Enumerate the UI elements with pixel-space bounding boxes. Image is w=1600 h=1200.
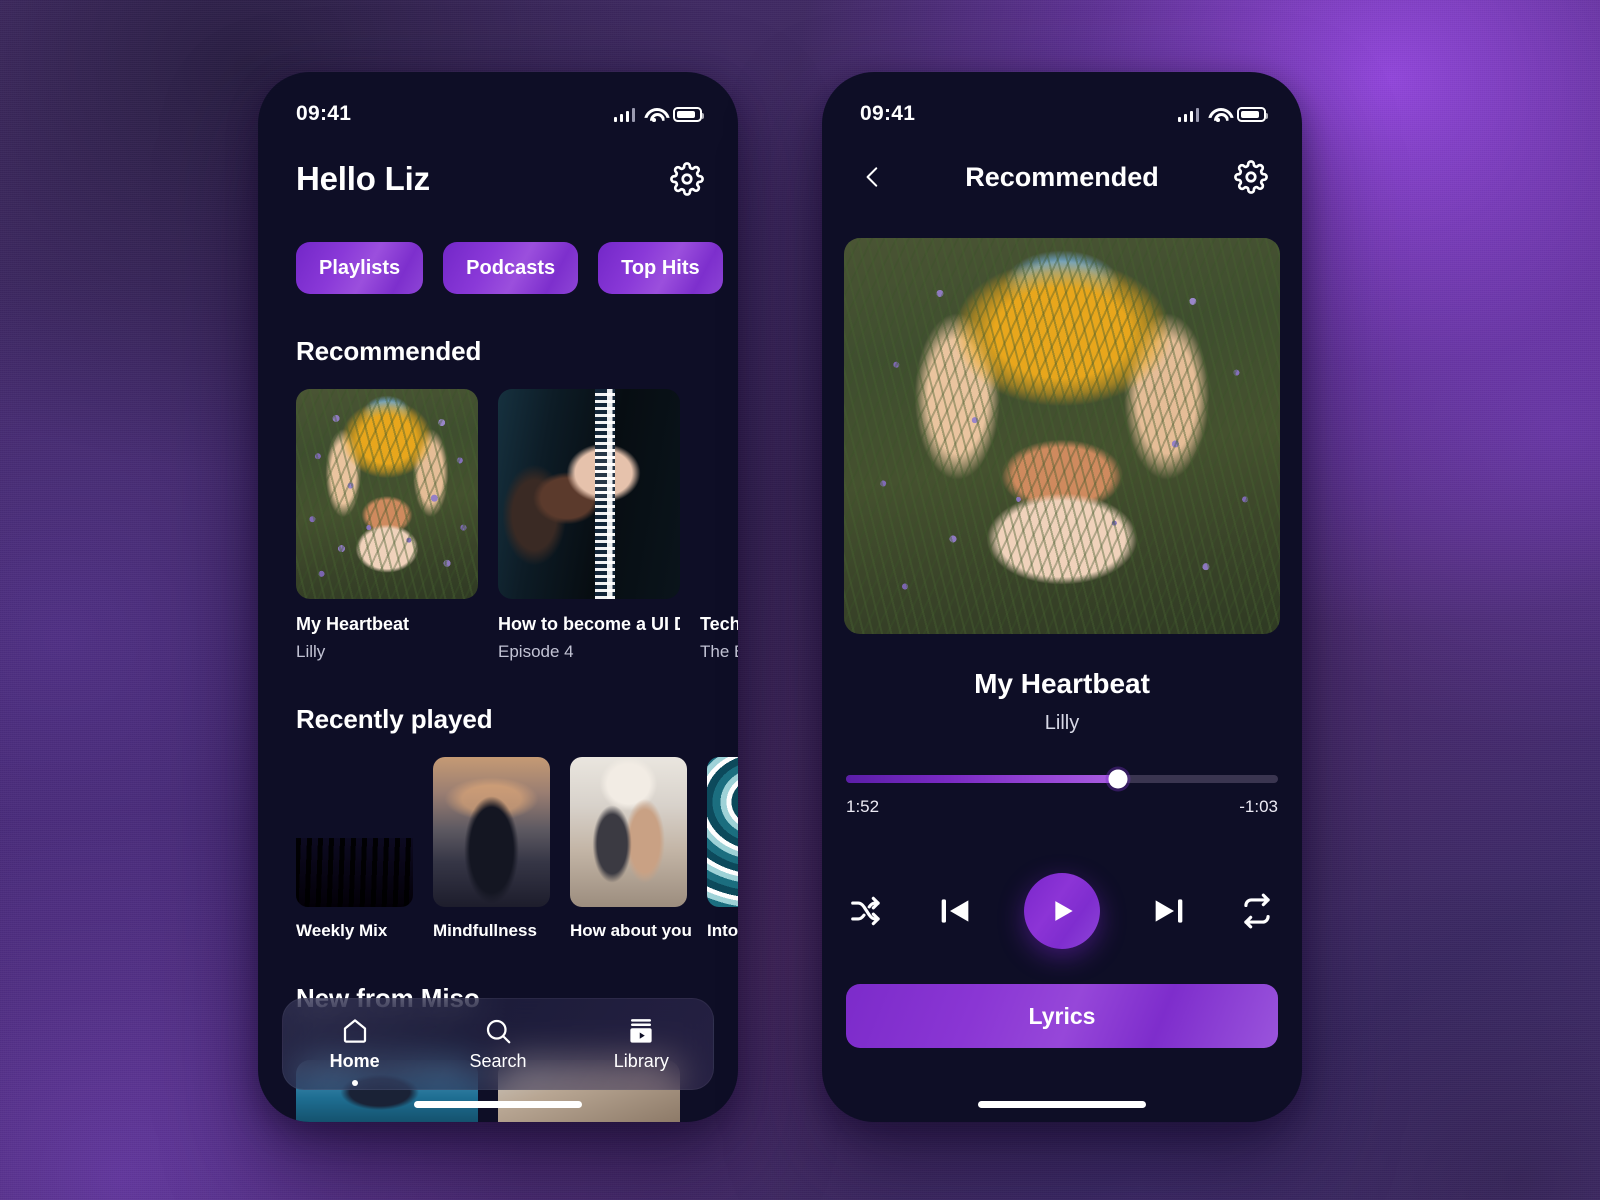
recommended-card[interactable]: My Heartbeat Lilly [296,389,478,662]
shuffle-icon[interactable] [848,892,886,930]
recommended-card[interactable]: How to become a UI D Episode 4 [498,389,680,662]
tab-label: Library [613,1051,669,1071]
card-subtitle: Episode 4 [498,642,574,661]
wifi-icon [644,107,664,122]
progress-slider[interactable] [846,769,1278,789]
tab-library[interactable]: Library [570,1016,713,1072]
status-bar-player: 09:41 [822,72,1302,134]
cellular-signal-icon [613,107,635,122]
status-bar-time: 09:41 [296,102,352,125]
album-art [700,389,738,599]
section-title-recently-played: Recently played [296,704,493,734]
album-art [296,389,478,599]
card-title: Weekly Mix [296,921,388,940]
library-icon [630,1019,652,1043]
battery-icon [673,106,704,122]
recently-played-card[interactable]: How about you [570,757,692,941]
remaining-time: -1:03 [1239,797,1278,816]
active-tab-indicator [351,1080,358,1086]
search-icon [486,1019,511,1044]
album-art [570,757,687,907]
repeat-icon[interactable] [1238,892,1276,930]
player-header: Recommended [822,134,1302,194]
skip-previous-icon[interactable] [935,891,975,931]
album-art [296,757,413,907]
wifi-icon [1208,107,1228,122]
status-bar-home: 09:41 [258,72,738,134]
recently-played-card[interactable]: Weekly Mix [296,757,413,941]
battery-icon [1237,106,1268,122]
tab-label: Search [469,1051,527,1071]
background-noise [0,0,1600,1200]
skip-next-icon[interactable] [1149,891,1189,931]
recommended-carousel[interactable]: My Heartbeat Lilly How to become a UI D … [258,367,738,662]
album-cover-art [844,238,1280,634]
recently-played-carousel[interactable]: Weekly Mix Mindfullness How about you In… [258,735,738,941]
album-art [433,757,550,907]
elapsed-time: 1:52 [846,797,880,816]
card-title: How to become a UI D [498,614,680,634]
page-title: Hello Liz [296,160,430,197]
status-bar-time: 09:41 [860,102,916,125]
tab-label: Home [329,1051,380,1071]
playback-controls [848,873,1276,949]
recommended-card[interactable]: Techni The Bols [700,389,738,662]
bottom-tab-bar: Home Search Library [282,998,714,1090]
progress-fill [846,775,1119,783]
gear-icon[interactable] [1234,160,1268,194]
cellular-signal-icon [1177,107,1199,122]
card-title: Mindfullness [433,921,537,940]
home-indicator [978,1101,1146,1108]
home-indicator [414,1101,582,1108]
chip-top-hits[interactable]: Top Hits [598,242,723,294]
track-title: My Heartbeat [974,668,1150,699]
recently-played-card[interactable]: Mindfullness [433,757,550,941]
home-icon [343,1019,366,1043]
recently-played-card[interactable]: Intoxic [707,757,738,941]
card-title: Techni [700,614,738,634]
lyrics-button[interactable]: Lyrics [846,984,1278,1048]
chevron-left-icon[interactable] [856,160,890,194]
chip-playlists[interactable]: Playlists [296,242,424,294]
card-subtitle: The Bols [700,642,738,661]
category-chips: Playlists Podcasts Top Hits [258,198,738,294]
home-header: Hello Liz [258,134,738,198]
tab-home[interactable]: Home [283,1016,426,1086]
chip-podcasts[interactable]: Podcasts [443,242,579,294]
tab-search[interactable]: Search [426,1016,569,1072]
page-title: Recommended [965,161,1159,192]
album-art [498,389,680,599]
play-icon [1055,901,1073,921]
play-button[interactable] [1024,873,1100,949]
card-title: My Heartbeat [296,614,410,634]
background-layer [0,0,1600,1200]
section-title-recommended: Recommended [296,336,482,366]
album-art [707,757,738,907]
phone-home-screen: 09:41 Hello Liz Playlists Podcasts Top H… [258,72,738,1122]
track-artist: Lilly [1044,712,1080,734]
card-subtitle: Lilly [296,642,326,661]
phone-player-screen: 09:41 Recommended My Heartbeat Lilly 1:5… [822,72,1302,1122]
card-title: Intoxic [707,921,738,940]
progress-section: 1:52 -1:03 [846,769,1278,817]
card-title: How about you [570,921,692,940]
gear-icon[interactable] [670,162,704,196]
progress-thumb[interactable] [1108,769,1128,789]
